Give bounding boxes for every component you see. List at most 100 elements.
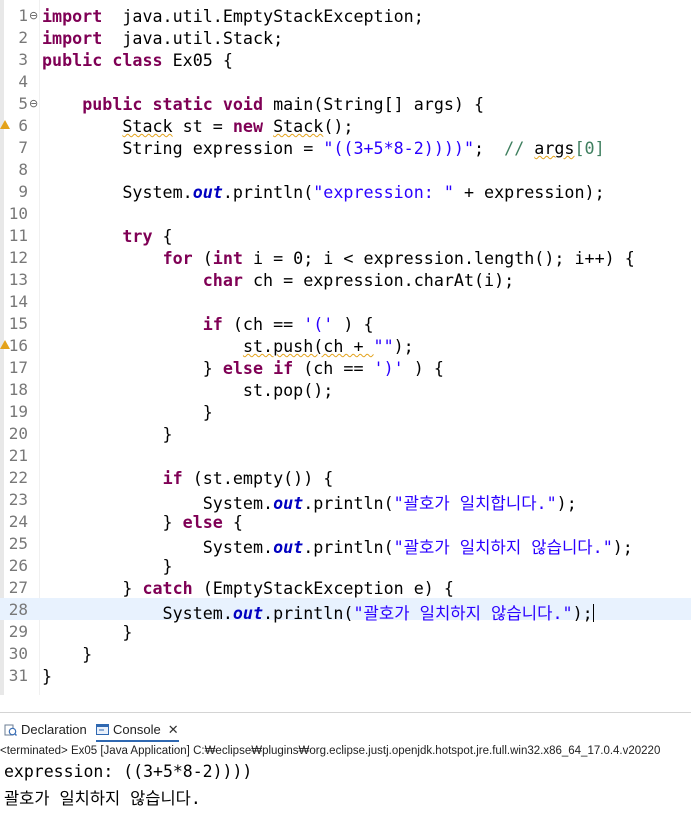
declaration-icon [4,724,17,736]
line-number: 22 [8,468,28,487]
line-number: 14 [8,292,28,311]
code-line[interactable]: 10 [0,202,691,224]
code-text[interactable]: import java.util.Stack; [42,28,283,48]
line-number: 27 [8,578,28,597]
line-number: 25 [8,534,28,553]
warning-icon[interactable] [0,120,10,129]
code-text[interactable]: for (int i = 0; i < expression.length();… [42,248,635,268]
line-number: 18 [8,380,28,399]
line-number: 13 [8,270,28,289]
line-number: 20 [8,424,28,443]
code-line[interactable]: 5 ⊖ public static void main(String[] args… [0,92,691,114]
code-text[interactable]: System.out.println("expression: " + expr… [42,182,604,202]
code-line[interactable]: 30 } [0,642,691,664]
code-text[interactable]: String expression = "((3+5*8-2))))"; // … [42,138,604,158]
code-line[interactable]: 19 } [0,400,691,422]
line-number: 10 [8,204,28,223]
code-line[interactable]: 9 System.out.println("expression: " + ex… [0,180,691,202]
code-text[interactable]: } [42,644,92,664]
code-line[interactable]: 22 if (st.empty()) { [0,466,691,488]
line-number: 11 [8,226,28,245]
code-text[interactable]: char ch = expression.charAt(i); [42,270,514,290]
line-number: 24 [8,512,28,531]
code-line[interactable]: 24 } else { [0,510,691,532]
tab-declaration-label: Declaration [21,722,87,737]
code-line[interactable]: 21 [0,444,691,466]
line-number: 19 [8,402,28,421]
console-status-line: <terminated> Ex05 [Java Application] C:₩… [0,742,691,760]
line-number: 1 [18,6,28,25]
code-line[interactable]: 31} [0,664,691,686]
line-number: 23 [8,490,28,509]
code-text[interactable]: } [42,424,173,444]
code-text[interactable]: public class Ex05 { [42,50,233,70]
code-line[interactable]: 4 [0,70,691,92]
code-line[interactable]: 3 public class Ex05 { [0,48,691,70]
code-line[interactable]: 1 ⊖ import java.util.EmptyStackException; [0,4,691,26]
console-output-line: expression: ((3+5*8-2)))) [4,762,253,781]
code-editor[interactable]: 1 ⊖ import java.util.EmptyStackException; 2… [0,0,691,695]
tab-console-label: Console [113,722,161,737]
line-number: 17 [8,358,28,377]
code-line[interactable]: 14 [0,290,691,312]
code-line[interactable]: 18 st.pop(); [0,378,691,400]
code-text[interactable]: } [42,556,173,576]
line-number: 2 [18,28,28,47]
code-text[interactable]: } [42,402,213,422]
code-text[interactable]: if (st.empty()) { [42,468,334,488]
code-line[interactable]: 6 Stack st = new Stack(); [0,114,691,136]
panel-divider [0,712,691,713]
code-text[interactable]: } catch (EmptyStackException e) { [42,578,454,598]
line-number: 29 [8,622,28,641]
code-text[interactable]: st.push(ch + ""); [42,336,414,356]
line-number: 4 [18,72,28,91]
code-text[interactable]: st.pop(); [42,380,333,400]
line-number: 26 [8,556,28,575]
code-line[interactable]: 11 try { [0,224,691,246]
code-line[interactable]: 13 char ch = expression.charAt(i); [0,268,691,290]
line-number: 9 [18,182,28,201]
line-number: 15 [8,314,28,333]
line-number: 28 [8,600,28,619]
code-line[interactable]: 16 st.push(ch + ""); [0,334,691,356]
code-text[interactable]: if (ch == '(' ) { [42,314,374,334]
fold-toggle-icon[interactable]: ⊖ [29,97,38,110]
code-line[interactable]: 20 } [0,422,691,444]
code-text[interactable]: try { [42,226,172,246]
code-line[interactable]: 12 for (int i = 0; i < expression.length… [0,246,691,268]
close-icon[interactable]: ✕ [168,722,179,737]
tab-console[interactable]: Console ✕ [96,720,179,742]
code-line[interactable]: 27 } catch (EmptyStackException e) { [0,576,691,598]
code-line[interactable]: 15 if (ch == '(' ) { [0,312,691,334]
fold-toggle-icon[interactable]: ⊖ [29,9,38,22]
code-text[interactable]: import java.util.EmptyStackException; [42,6,424,26]
line-number: 30 [8,644,28,663]
code-text[interactable]: } else { [42,512,243,532]
code-line[interactable]: 29 } [0,620,691,642]
line-number: 31 [8,666,28,685]
code-line[interactable]: 2 import java.util.Stack; [0,26,691,48]
code-line[interactable]: 25 System.out.println("괄호가 일치하지 않습니다."); [0,532,691,557]
code-line[interactable]: 23 System.out.println("괄호가 일치합니다."); [0,488,691,513]
console-icon [96,724,109,735]
console-output[interactable]: expression: ((3+5*8-2)))) 괄호가 일치하지 않습니다. [0,760,691,820]
code-text[interactable]: } else if (ch == ')' ) { [42,358,444,378]
code-line[interactable]: 8 [0,158,691,180]
code-line[interactable]: 17 } else if (ch == ')' ) { [0,356,691,378]
line-number: 7 [18,138,28,157]
tab-declaration[interactable]: Declaration [4,720,87,740]
console-output-line: 괄호가 일치하지 않습니다. [4,789,201,808]
code-line[interactable]: 28 System.out.println("괄호가 일치하지 않습니다."); [0,598,691,623]
code-text[interactable]: } [42,622,132,642]
code-text[interactable]: public static void main(String[] args) { [42,94,484,114]
code-line[interactable]: 26 } [0,554,691,576]
warning-icon[interactable] [0,340,10,349]
line-number: 3 [18,50,28,69]
line-number: 12 [8,248,28,267]
code-text[interactable]: Stack st = new Stack(); [42,116,353,136]
code-text[interactable]: } [42,666,52,686]
bottom-panel-tabs: Declaration Console ✕ [0,716,691,743]
code-line[interactable]: 7 String expression = "((3+5*8-2))))"; /… [0,136,691,158]
line-number: 21 [8,446,28,465]
line-number: 8 [18,160,28,179]
